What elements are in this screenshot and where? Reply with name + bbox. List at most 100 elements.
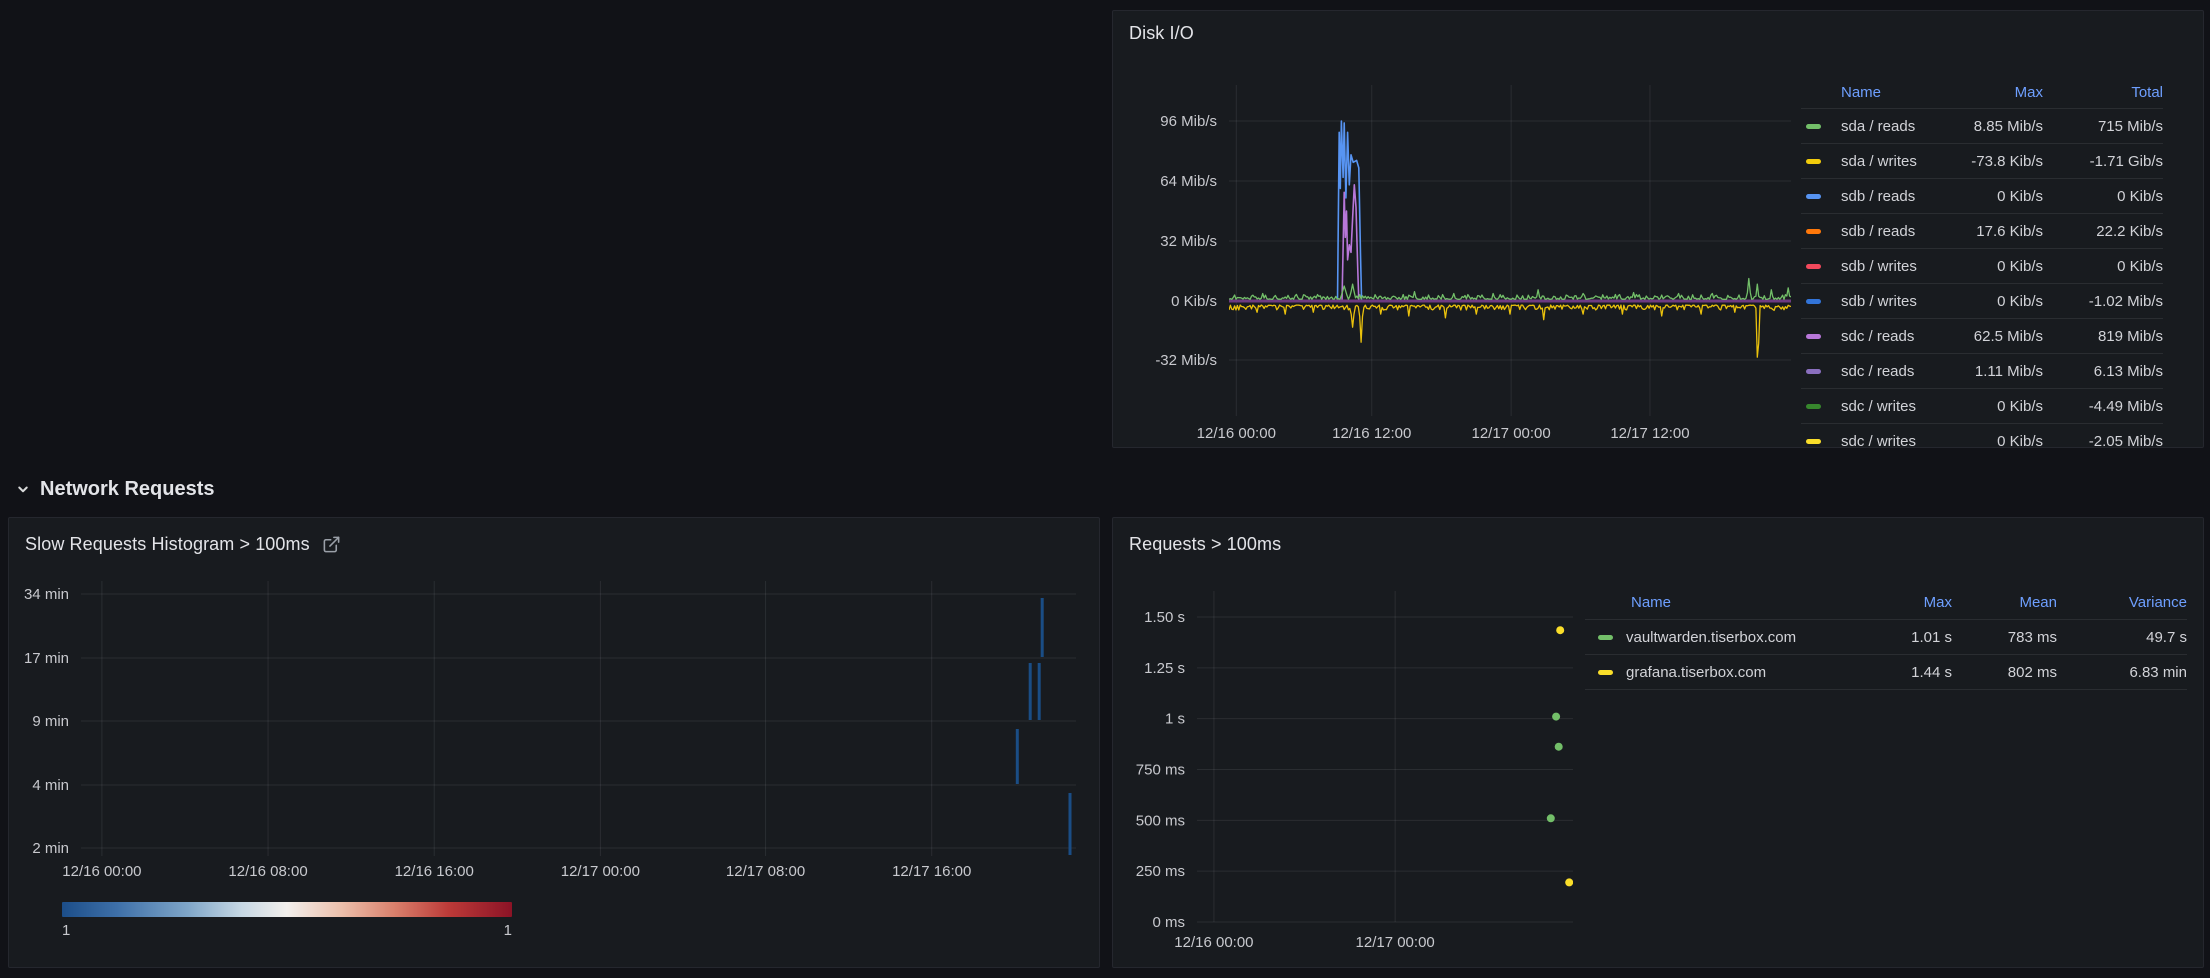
grafana-dashboard: Disk I/O 12/16 00:0012/16 12:0012/17 00:… xyxy=(0,0,2210,978)
series-color-swatch xyxy=(1806,369,1821,374)
series-name[interactable]: sdc / writes xyxy=(1841,433,1916,449)
color-scale-max: 1 xyxy=(504,922,512,939)
requests-legend: Name Max Mean Variance vaultwarden.tiser… xyxy=(1585,586,2197,690)
panel-slow-requests-histogram: Slow Requests Histogram > 100ms 12/16 00… xyxy=(8,517,1100,968)
legend-value-total: 6.13 Mib/s xyxy=(2043,363,2163,380)
series-color-swatch xyxy=(1806,439,1821,444)
legend-header-mean[interactable]: Mean xyxy=(1952,594,2057,611)
legend-row[interactable]: sdc / writes0 Kib/s-2.05 Mib/s xyxy=(1801,424,2163,448)
legend-value-mean: 802 ms xyxy=(1952,664,2057,681)
legend-row[interactable]: sdc / writes 0 Kib/s-4.49 Mib/s xyxy=(1801,389,2163,424)
legend-row[interactable]: sdb / reads 17.6 Kib/s22.2 Kib/s xyxy=(1801,214,2163,249)
series-name[interactable]: sdb / writes xyxy=(1841,293,1917,310)
series-name[interactable]: vaultwarden.tiserbox.com xyxy=(1626,629,1796,646)
svg-text:1 s: 1 s xyxy=(1165,711,1185,728)
legend-value-mean: 783 ms xyxy=(1952,629,2057,646)
svg-text:12/16 00:00: 12/16 00:00 xyxy=(1174,934,1253,951)
svg-text:0 Kib/s: 0 Kib/s xyxy=(1171,293,1217,310)
legend-value-max: 0 Kib/s xyxy=(1923,188,2043,205)
legend-value-total: -1.02 Mib/s xyxy=(2043,293,2163,310)
series-color-swatch xyxy=(1806,229,1821,234)
svg-text:12/16 00:00: 12/16 00:00 xyxy=(1197,425,1276,442)
legend-value-max: -73.8 Kib/s xyxy=(1923,153,2043,170)
svg-text:-32 Mib/s: -32 Mib/s xyxy=(1155,352,1217,369)
svg-text:12/16 08:00: 12/16 08:00 xyxy=(228,863,307,880)
series-name[interactable]: sdb / writes xyxy=(1841,258,1917,275)
legend-value-max: 0 Kib/s xyxy=(1923,433,2043,449)
series-color-swatch xyxy=(1806,264,1821,269)
panel-disk-io: Disk I/O 12/16 00:0012/16 12:0012/17 00:… xyxy=(1112,10,2204,448)
svg-text:34 min: 34 min xyxy=(24,586,69,603)
legend-value-max: 0 Kib/s xyxy=(1923,258,2043,275)
series-name[interactable]: sdc / reads xyxy=(1841,363,1914,380)
legend-value-variance: 49.7 s xyxy=(2057,629,2187,646)
legend-header-name[interactable]: Name xyxy=(1801,84,1923,101)
slow-requests-heatmap-chart[interactable]: 12/16 00:0012/16 08:0012/16 16:0012/17 0… xyxy=(15,518,1095,968)
svg-text:64 Mib/s: 64 Mib/s xyxy=(1160,173,1217,190)
color-scale-min: 1 xyxy=(62,922,70,939)
svg-text:500 ms: 500 ms xyxy=(1136,812,1185,829)
series-name[interactable]: sda / writes xyxy=(1841,153,1917,170)
legend-header-max[interactable]: Max xyxy=(1857,594,1952,611)
series-name[interactable]: sdb / reads xyxy=(1841,223,1915,240)
legend-header-variance[interactable]: Variance xyxy=(2057,594,2187,611)
disk-io-chart[interactable]: 12/16 00:0012/16 12:0012/17 00:0012/17 1… xyxy=(1119,11,1803,448)
legend-value-total: 22.2 Kib/s xyxy=(2043,223,2163,240)
series-name[interactable]: sdc / writes xyxy=(1841,398,1916,415)
legend-row[interactable]: grafana.tiserbox.com 1.44 s802 ms6.83 min xyxy=(1585,655,2187,690)
legend-value-max: 8.85 Mib/s xyxy=(1923,118,2043,135)
legend-header-total[interactable]: Total xyxy=(2043,84,2163,101)
svg-text:0 ms: 0 ms xyxy=(1152,914,1185,931)
legend-header-max[interactable]: Max xyxy=(1923,84,2043,101)
svg-text:12/17 12:00: 12/17 12:00 xyxy=(1610,425,1689,442)
series-color-swatch xyxy=(1806,159,1821,164)
svg-text:32 Mib/s: 32 Mib/s xyxy=(1160,233,1217,250)
legend-row[interactable]: sda / reads 8.85 Mib/s715 Mib/s xyxy=(1801,109,2163,144)
legend-row[interactable]: sdb / writes 0 Kib/s0 Kib/s xyxy=(1801,249,2163,284)
row-network-requests[interactable]: Network Requests xyxy=(14,476,215,502)
disk-legend-header: Name Max Total xyxy=(1801,77,2163,109)
legend-value-total: 715 Mib/s xyxy=(2043,118,2163,135)
disk-io-legend: Name Max Total sda / reads 8.85 Mib/s715 … xyxy=(1801,77,2199,448)
legend-value-max: 1.11 Mib/s xyxy=(1923,363,2043,380)
svg-text:4 min: 4 min xyxy=(32,777,69,794)
series-color-swatch xyxy=(1806,334,1821,339)
svg-text:17 min: 17 min xyxy=(24,650,69,667)
legend-row[interactable]: sda / writes-73.8 Kib/s-1.71 Gib/s xyxy=(1801,144,2163,179)
legend-value-total: 0 Kib/s xyxy=(2043,188,2163,205)
legend-value-max: 17.6 Kib/s xyxy=(1923,223,2043,240)
legend-value-variance: 6.83 min xyxy=(2057,664,2187,681)
svg-text:250 ms: 250 ms xyxy=(1136,863,1185,880)
legend-row[interactable]: sdc / reads62.5 Mib/s819 Mib/s xyxy=(1801,319,2163,354)
series-color-swatch xyxy=(1806,194,1821,199)
series-name[interactable]: grafana.tiserbox.com xyxy=(1626,664,1766,681)
series-color-swatch xyxy=(1598,670,1613,675)
svg-text:9 min: 9 min xyxy=(32,713,69,730)
svg-text:12/17 00:00: 12/17 00:00 xyxy=(1356,934,1435,951)
legend-row[interactable]: sdb / reads 0 Kib/s0 Kib/s xyxy=(1801,179,2163,214)
svg-text:12/17 08:00: 12/17 08:00 xyxy=(726,863,805,880)
svg-text:12/16 12:00: 12/16 12:00 xyxy=(1332,425,1411,442)
svg-text:12/16 16:00: 12/16 16:00 xyxy=(395,863,474,880)
series-name[interactable]: sda / reads xyxy=(1841,118,1915,135)
series-color-swatch xyxy=(1806,299,1821,304)
legend-value-max: 0 Kib/s xyxy=(1923,398,2043,415)
chevron-down-icon[interactable] xyxy=(14,480,32,498)
legend-row[interactable]: vaultwarden.tiserbox.com 1.01 s783 ms49.7… xyxy=(1585,620,2187,655)
legend-value-max: 1.01 s xyxy=(1857,629,1952,646)
legend-value-total: 0 Kib/s xyxy=(2043,258,2163,275)
legend-header-name[interactable]: Name xyxy=(1585,594,1857,611)
series-name[interactable]: sdc / reads xyxy=(1841,328,1914,345)
svg-text:1.25 s: 1.25 s xyxy=(1144,660,1185,677)
legend-row[interactable]: sdb / writes0 Kib/s-1.02 Mib/s xyxy=(1801,284,2163,319)
svg-text:96 Mib/s: 96 Mib/s xyxy=(1160,113,1217,130)
legend-value-total: 819 Mib/s xyxy=(2043,328,2163,345)
series-color-swatch xyxy=(1598,635,1613,640)
legend-value-total: -4.49 Mib/s xyxy=(2043,398,2163,415)
legend-value-max: 1.44 s xyxy=(1857,664,1952,681)
series-name[interactable]: sdb / reads xyxy=(1841,188,1915,205)
heatmap-color-scale xyxy=(62,902,512,917)
legend-row[interactable]: sdc / reads 1.11 Mib/s6.13 Mib/s xyxy=(1801,354,2163,389)
requests-legend-header: Name Max Mean Variance xyxy=(1585,586,2187,620)
section-title[interactable]: Network Requests xyxy=(40,478,215,501)
